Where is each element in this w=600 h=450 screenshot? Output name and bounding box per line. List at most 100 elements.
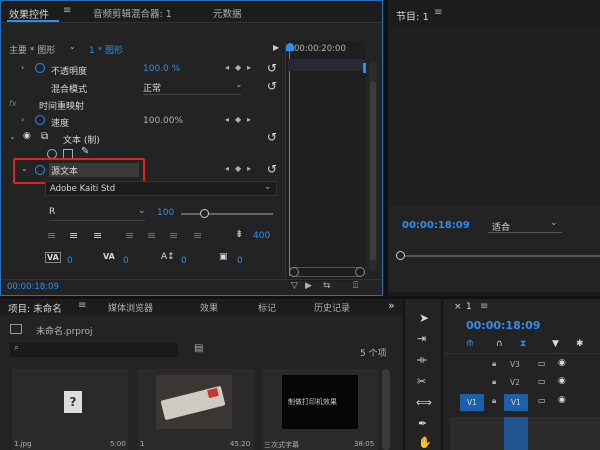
sync-lock-icon[interactable]: ▭	[538, 359, 546, 368]
justify-left-icon[interactable]: ≡	[125, 229, 134, 242]
speed-value[interactable]: 100.00%	[143, 116, 183, 126]
chevron-down-icon[interactable]: ⌄	[69, 42, 76, 51]
project-scrollbar[interactable]	[382, 369, 390, 450]
play-only-icon[interactable]: ▶	[273, 43, 279, 52]
ec-zoom-slider[interactable]	[289, 267, 365, 277]
align-right-icon[interactable]: ≡	[93, 229, 102, 242]
pen-mask-icon[interactable]: ✎	[81, 146, 89, 157]
slip-tool-icon[interactable]: ⟺	[416, 396, 432, 409]
source-patch-v1[interactable]: V1	[460, 394, 484, 411]
program-monitor-title[interactable]: 节目: 1	[396, 8, 429, 23]
expand-chevron-icon[interactable]: ›	[21, 63, 24, 72]
ec-timecode[interactable]: 00:00:18:09	[7, 282, 59, 292]
lock-icon[interactable]: 🔒︎	[492, 359, 496, 369]
fit-dropdown[interactable]: 适合 ⌄	[488, 218, 562, 233]
blend-dropdown[interactable]: 正常	[143, 81, 241, 95]
new-bin-icon[interactable]: ▤	[194, 343, 203, 354]
add-marker-icon[interactable]: ▼	[552, 339, 559, 349]
thumb-item[interactable]: 1 45:20	[138, 369, 254, 450]
timeline-timecode[interactable]: 00:00:18:09	[466, 319, 540, 332]
more-tabs-icon[interactable]: »	[388, 299, 395, 312]
font-size-slider-handle[interactable]	[200, 209, 209, 218]
align-left-icon[interactable]: ≡	[47, 229, 56, 242]
track-name[interactable]: V2	[510, 378, 520, 387]
next-keyframe-icon[interactable]: ▸	[247, 115, 251, 124]
track-select-tool-icon[interactable]: ⇥	[417, 332, 426, 345]
timeline-title[interactable]: 1	[466, 302, 472, 312]
hand-tool-icon[interactable]: ✋	[418, 436, 432, 449]
export-icon[interactable]: ⍐	[353, 281, 358, 291]
eye-icon[interactable]: ◉	[558, 376, 566, 386]
stopwatch-icon[interactable]	[35, 63, 45, 73]
track-name[interactable]: V1	[504, 394, 528, 411]
tracking-value[interactable]: 0	[123, 256, 129, 266]
expand-chevron-icon[interactable]: ›	[21, 115, 24, 124]
eye-icon[interactable]: ◉	[558, 395, 566, 405]
add-keyframe-icon[interactable]: ◆	[235, 63, 241, 72]
tab-menu-icon[interactable]: ≡	[78, 300, 86, 311]
sync-lock-icon[interactable]: ▭	[538, 377, 546, 386]
tab-media-browser[interactable]: 媒体浏览器	[108, 301, 153, 314]
program-timecode[interactable]: 00:00:18:09	[402, 220, 470, 231]
eye-icon[interactable]: ◉	[23, 131, 31, 141]
program-scrubber[interactable]	[398, 255, 600, 257]
collapse-chevron-icon[interactable]: ⌄	[9, 132, 16, 141]
chevron-down-icon[interactable]: ⌄	[235, 80, 243, 90]
next-keyframe-icon[interactable]: ▸	[247, 164, 251, 173]
lock-icon[interactable]: 🔒︎	[492, 377, 496, 387]
nest-icon[interactable]: ⟰	[466, 339, 474, 349]
justify-center-icon[interactable]: ≡	[147, 229, 156, 242]
font-dropdown[interactable]: Adobe Kaiti Std ⌄	[45, 181, 277, 196]
stopwatch-icon[interactable]	[35, 115, 45, 125]
clip-label[interactable]: 1 * 图形	[89, 43, 123, 56]
reset-icon[interactable]: ↺	[267, 162, 277, 176]
reset-icon[interactable]: ↺	[267, 61, 277, 75]
program-scrubber-handle[interactable]	[396, 251, 405, 260]
justify-all-icon[interactable]: ≡	[193, 229, 202, 242]
filter-icon[interactable]: ▽	[291, 281, 298, 291]
leading-value[interactable]: 400	[253, 231, 270, 241]
tsume-value[interactable]: 0	[237, 256, 243, 266]
tab-menu-icon[interactable]: ≡	[63, 5, 71, 16]
prev-keyframe-icon[interactable]: ◂	[225, 115, 229, 124]
justify-right-icon[interactable]: ≡	[169, 229, 178, 242]
tab-metadata[interactable]: 元数据	[213, 6, 242, 20]
tab-effect-controls[interactable]: 效果控件	[9, 6, 49, 21]
source-text-label[interactable]: 源文本	[49, 163, 139, 177]
align-center-icon[interactable]: ≡	[69, 229, 78, 242]
sync-lock-icon[interactable]: ▭	[538, 396, 546, 405]
playhead-icon[interactable]	[286, 43, 294, 51]
font-style-dropdown[interactable]: R	[49, 207, 145, 221]
linked-selection-icon[interactable]: ⧗	[520, 339, 526, 349]
tab-markers[interactable]: 标记	[258, 301, 276, 314]
tab-menu-icon[interactable]: ≡	[480, 301, 488, 312]
baseline-value[interactable]: 0	[181, 256, 187, 266]
play-audio-icon[interactable]: ▶	[305, 281, 312, 291]
tab-menu-icon[interactable]: ≡	[434, 7, 442, 18]
collapse-chevron-icon[interactable]: ⌄	[21, 164, 28, 173]
timeline-settings-icon[interactable]: ✱	[576, 339, 584, 349]
close-tab-icon[interactable]: ×	[454, 302, 462, 312]
track-name[interactable]: V3	[510, 360, 520, 369]
eye-icon[interactable]: ◉	[558, 358, 566, 368]
timeline-clip-selected[interactable]	[504, 417, 528, 450]
thumb-item[interactable]: 制做打印机效果 三次式字幕 38:05	[262, 369, 378, 450]
snap-icon[interactable]: ∩	[496, 339, 503, 349]
loop-icon[interactable]: ⇆	[323, 281, 331, 291]
opacity-value[interactable]: 100.0 %	[143, 64, 180, 74]
kerning-value[interactable]: 0	[67, 256, 73, 266]
tab-project[interactable]: 项目: 未命名	[8, 301, 62, 315]
next-keyframe-icon[interactable]: ▸	[247, 63, 251, 72]
reset-icon[interactable]: ↺	[267, 130, 277, 144]
reset-icon[interactable]: ↺	[267, 79, 277, 93]
stopwatch-icon[interactable]	[35, 165, 45, 175]
chevron-down-icon[interactable]: ⌄	[138, 206, 146, 216]
pen-tool-icon[interactable]: ✒	[418, 417, 427, 430]
add-keyframe-icon[interactable]: ◆	[235, 115, 241, 124]
font-size-slider[interactable]	[181, 213, 273, 215]
add-keyframe-icon[interactable]: ◆	[235, 164, 241, 173]
prev-keyframe-icon[interactable]: ◂	[225, 164, 229, 173]
font-size-value[interactable]: 100	[157, 208, 174, 218]
tab-effects[interactable]: 效果	[200, 301, 218, 314]
ec-zoom-left-handle[interactable]	[289, 267, 299, 277]
